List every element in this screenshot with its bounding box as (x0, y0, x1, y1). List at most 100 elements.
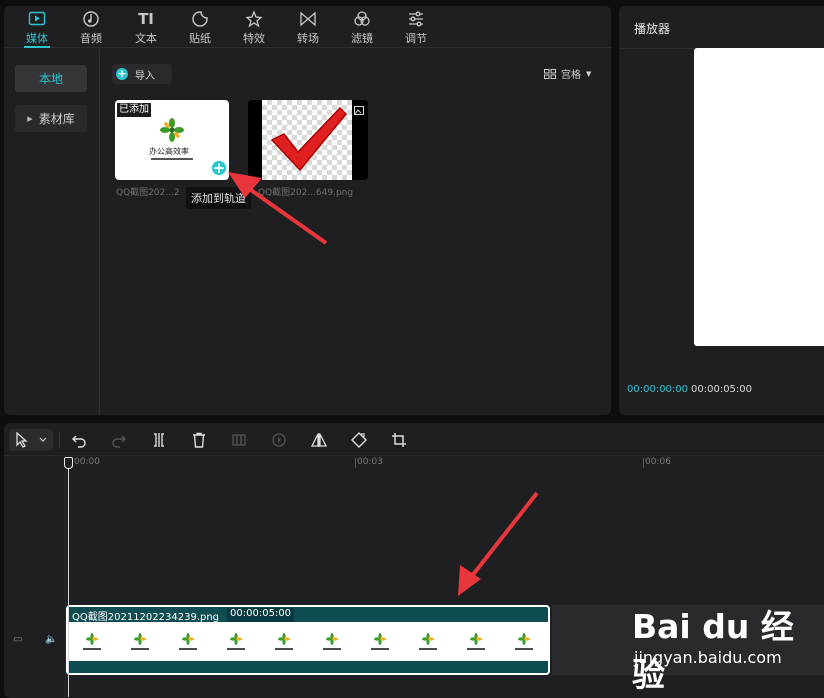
rotate-button[interactable] (349, 430, 369, 450)
tab-text[interactable]: TI 文本 (121, 10, 171, 48)
clip-frame (404, 622, 452, 661)
select-tool-button[interactable] (9, 429, 53, 451)
baidu-watermark: Bai du 经验 jingyan.baidu.com (632, 600, 824, 696)
freeze-icon (232, 434, 246, 446)
clip-frame (164, 622, 212, 661)
added-badge: 已添加 (117, 103, 151, 117)
transition-icon (283, 10, 333, 30)
track-audio-icon[interactable]: 🔈 (45, 634, 57, 645)
view-label: 宫格 (561, 70, 581, 81)
redo-button[interactable] (109, 430, 129, 450)
tab-effects[interactable]: 特效 (229, 10, 279, 48)
track-cover-icon[interactable]: ▭ (13, 634, 22, 645)
tab-label: 特效 (243, 32, 265, 45)
thumb-subline (151, 158, 193, 160)
import-button[interactable]: + 导入 (112, 64, 172, 84)
plus-icon: + (116, 67, 128, 80)
tab-audio[interactable]: 音频 (66, 10, 116, 48)
tab-label: 滤镜 (351, 32, 373, 45)
tab-label: 贴纸 (189, 32, 211, 45)
ruler-label: 00:06 (645, 457, 671, 467)
view-toggle[interactable]: 宫格 ▼ (544, 66, 591, 81)
clip-frame (308, 622, 356, 661)
sidebar-item-local[interactable]: 本地 (15, 65, 87, 92)
import-label: 导入 (135, 70, 155, 82)
tab-label: 文本 (135, 32, 157, 45)
tab-media[interactable]: 媒体 (12, 10, 62, 48)
adjust-icon (391, 10, 441, 30)
add-to-track-button[interactable]: + (211, 160, 227, 176)
clip-frame (68, 622, 116, 661)
mirror-button[interactable] (309, 430, 329, 450)
redo-icon (112, 435, 126, 448)
undo-icon (72, 435, 86, 448)
image-type-icon (354, 106, 364, 115)
checkmark-image (270, 106, 348, 172)
split-button[interactable] (149, 430, 169, 450)
clip-filmstrip (68, 622, 548, 661)
thumb-filename: QQ截图202...649.png (258, 188, 354, 198)
trash-icon (193, 432, 205, 448)
tool-tabbar: 媒体 音频 TI 文本 贴纸 特效 转场 滤镜 调节 (4, 6, 611, 48)
clip-frame (116, 622, 164, 661)
grid-icon (544, 68, 556, 79)
ruler-tick (643, 458, 644, 468)
ruler-label: 00:00 (74, 457, 100, 467)
tab-filter[interactable]: 滤镜 (337, 10, 387, 48)
timeline-toolbar (4, 423, 824, 456)
clip-header: QQ截图20211202234239.png 00:00:05:00 (72, 608, 295, 623)
effects-icon (229, 10, 279, 30)
filter-icon (337, 10, 387, 30)
preview-canvas[interactable] (694, 48, 824, 346)
thumb-caption: 办公高效率 (149, 147, 189, 156)
tab-label: 转场 (297, 32, 319, 45)
freeze-frame-button[interactable] (229, 430, 249, 450)
audio-icon (66, 10, 116, 30)
caret-right-icon: ▶ (27, 114, 33, 123)
media-thumbnail[interactable] (248, 100, 368, 180)
sticker-icon (175, 10, 225, 30)
timeline-ruler[interactable]: 00:00 00:03 00:06 (4, 457, 824, 469)
chevron-down-icon (39, 437, 47, 442)
rotate-icon (351, 432, 367, 448)
undo-button[interactable] (69, 430, 89, 450)
thumb-filename: QQ截图202...2 (116, 188, 180, 198)
playhead-line[interactable] (68, 457, 69, 697)
sidebar-item-label: 素材库 (38, 112, 75, 126)
media-sidebar: 本地 ▶ 素材库 (4, 49, 100, 415)
total-time: 00:00:05:00 (691, 384, 753, 395)
tab-sticker[interactable]: 贴纸 (175, 10, 225, 48)
reverse-icon (272, 433, 286, 447)
tab-adjust[interactable]: 调节 (391, 10, 441, 48)
clip-name: QQ截图20211202234239.png (72, 612, 220, 623)
media-thumbnail[interactable]: 已添加 办公高效率 + (115, 100, 229, 180)
reverse-button[interactable] (269, 430, 289, 450)
clip-frame (212, 622, 260, 661)
tab-label: 媒体 (26, 32, 48, 45)
mirror-icon (311, 433, 327, 447)
sidebar-item-library[interactable]: ▶ 素材库 (15, 105, 87, 132)
track-header-gutter (4, 469, 66, 698)
toolbar-separator (59, 432, 60, 448)
media-icon (12, 10, 62, 30)
dropdown-icon: ▼ (586, 69, 592, 78)
clip-frame (500, 622, 548, 661)
player-title: 播放器 (634, 22, 671, 36)
current-time: 00:00:00:00 (627, 384, 689, 395)
cursor-icon (16, 432, 28, 448)
tab-transition[interactable]: 转场 (283, 10, 333, 48)
video-clip[interactable]: QQ截图20211202234239.png 00:00:05:00 (66, 605, 550, 675)
delete-button[interactable] (189, 430, 209, 450)
flower-logo (160, 118, 184, 142)
crop-button[interactable] (389, 430, 409, 450)
clip-frame (452, 622, 500, 661)
crop-icon (392, 433, 406, 447)
playhead-handle[interactable] (64, 457, 73, 469)
ruler-tick (355, 458, 356, 468)
split-icon (154, 433, 164, 447)
ruler-label: 00:03 (357, 457, 383, 467)
clip-duration: 00:00:05:00 (227, 608, 295, 623)
sidebar-item-label: 本地 (38, 72, 63, 86)
clip-frame (356, 622, 404, 661)
tab-label: 音频 (80, 32, 102, 45)
